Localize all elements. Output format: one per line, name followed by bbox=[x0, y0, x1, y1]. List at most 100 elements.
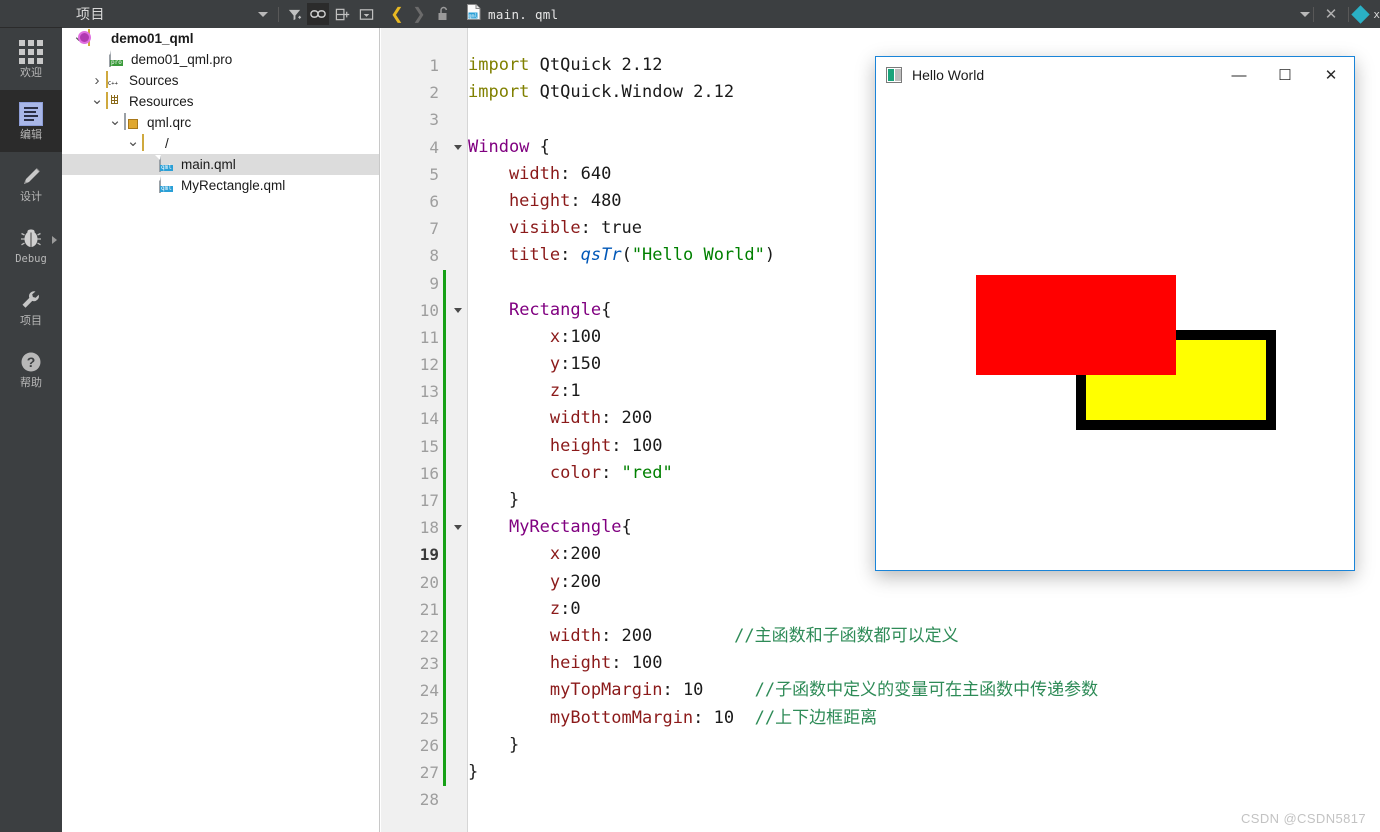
line-number: 2 bbox=[429, 83, 439, 103]
line-number: 13 bbox=[419, 382, 439, 402]
chevron-down-icon[interactable] bbox=[88, 91, 106, 112]
toolbar-divider-2 bbox=[1312, 6, 1314, 22]
tree-label: / bbox=[165, 135, 169, 151]
tree-label: demo01_qml bbox=[111, 30, 194, 46]
svg-text:qml: qml bbox=[468, 13, 477, 19]
code-text: } bbox=[468, 734, 520, 755]
tree-item-demo01-qml[interactable]: demo01_qml bbox=[62, 28, 379, 49]
chevron-down-icon[interactable] bbox=[124, 133, 142, 154]
code-text: z:1 bbox=[468, 381, 581, 402]
code-line[interactable]: 28 bbox=[381, 786, 1380, 813]
tree-item-qml-qrc[interactable]: qml.qrc bbox=[62, 112, 379, 133]
arrow-back-icon[interactable]: ❮ bbox=[386, 3, 408, 25]
tree-label: qml.qrc bbox=[147, 114, 192, 130]
editor-toolbar: ❮ ❯ qml main. qml ✕ x bbox=[380, 0, 1380, 28]
line-number: 8 bbox=[429, 246, 439, 266]
split-view-icon[interactable] bbox=[331, 3, 353, 25]
code-line[interactable]: 23 height: 100 bbox=[381, 650, 1380, 678]
code-line[interactable]: 24 myTopMargin: 10 //子函数中定义的变量可在主函数中传递参数 bbox=[381, 677, 1380, 705]
sidebar-item-welcome[interactable]: 欢迎 bbox=[0, 28, 62, 90]
code-text: myTopMargin: 10 //子函数中定义的变量可在主函数中传递参数 bbox=[468, 680, 1099, 701]
fold-toggle-icon[interactable] bbox=[451, 297, 465, 324]
code-text: myBottomMargin: 10 //上下边框距离 bbox=[468, 707, 878, 728]
line-number: 26 bbox=[419, 735, 439, 755]
code-text: z:0 bbox=[468, 598, 581, 619]
project-tree-panel: demo01_qml pro demo01_qml.pro Sources Re… bbox=[62, 28, 380, 832]
line-number: 7 bbox=[429, 219, 439, 239]
line-number: 28 bbox=[419, 790, 439, 810]
toolbar-divider-3 bbox=[1348, 6, 1350, 22]
code-text: MyRectangle{ bbox=[508, 517, 632, 538]
change-bar bbox=[443, 351, 446, 379]
sidebar-label-debug: Debug bbox=[15, 253, 47, 266]
change-bar bbox=[443, 541, 446, 569]
svg-text:?: ? bbox=[27, 354, 36, 370]
close-file-icon[interactable]: ✕ bbox=[1317, 5, 1346, 23]
diamond-bookmark-icon[interactable] bbox=[1351, 4, 1371, 24]
open-file-chip[interactable]: qml main. qml bbox=[462, 1, 562, 27]
code-line[interactable]: 21 z:0 bbox=[381, 595, 1380, 623]
sidebar-item-debug[interactable]: Debug bbox=[0, 214, 62, 276]
link-icon[interactable] bbox=[307, 3, 329, 25]
change-bar bbox=[443, 269, 446, 297]
minimize-button[interactable]: — bbox=[1216, 57, 1262, 93]
red-rectangle bbox=[976, 275, 1176, 375]
close-button[interactable]: ✕ bbox=[1308, 57, 1354, 93]
qt-creator-window: 项目 ❮ ❯ qml main. qml ✕ x 欢迎 编辑 设计 Debug … bbox=[0, 0, 1380, 832]
sidebar-item-help[interactable]: ? 帮助 bbox=[0, 338, 62, 400]
arrow-forward-icon[interactable]: ❯ bbox=[408, 3, 430, 25]
code-line[interactable]: 25 myBottomMargin: 10 //上下边框距离 bbox=[381, 704, 1380, 732]
collapse-icon[interactable] bbox=[355, 3, 377, 25]
tree-item-demo01-qml-pro[interactable]: pro demo01_qml.pro bbox=[62, 49, 379, 70]
app-window-canvas bbox=[876, 93, 1354, 570]
unlocked-padlock-icon[interactable] bbox=[432, 3, 456, 25]
fold-toggle-icon[interactable] bbox=[451, 514, 465, 541]
tree-item-sources[interactable]: Sources bbox=[62, 70, 379, 91]
sidebar-item-design[interactable]: 设计 bbox=[0, 152, 62, 214]
tree-item-resources[interactable]: Resources bbox=[62, 91, 379, 112]
change-bar bbox=[443, 622, 446, 651]
toolbar-divider bbox=[278, 6, 279, 22]
sidebar-label-edit: 编辑 bbox=[20, 129, 42, 141]
chevron-down-icon[interactable] bbox=[252, 3, 274, 25]
file-dropdown[interactable] bbox=[1299, 11, 1310, 17]
change-bar bbox=[443, 487, 446, 515]
maximize-button[interactable]: ☐ bbox=[1262, 57, 1308, 93]
sidebar-item-projects[interactable]: 项目 bbox=[0, 276, 62, 338]
tree-item-myrectangle-qml[interactable]: qml MyRectangle.qml bbox=[62, 175, 379, 196]
code-text: height: 480 bbox=[468, 190, 622, 211]
line-number: 25 bbox=[419, 708, 439, 728]
line-number: 12 bbox=[419, 355, 439, 375]
chevron-down-icon[interactable] bbox=[106, 112, 124, 133]
fold-toggle-icon[interactable] bbox=[451, 134, 465, 161]
code-line[interactable]: 27} bbox=[381, 758, 1380, 787]
code-line[interactable]: 20 y:200 bbox=[381, 568, 1380, 596]
toolbar-left-spacer bbox=[0, 0, 62, 28]
wrench-icon bbox=[18, 287, 44, 313]
project-gear-icon bbox=[88, 29, 105, 47]
code-text: } bbox=[468, 490, 520, 510]
chevron-right-icon[interactable] bbox=[52, 236, 57, 244]
change-bar bbox=[443, 704, 446, 732]
code-text: x:200 bbox=[468, 544, 602, 565]
code-line[interactable]: 22 width: 200 //主函数和子函数都可以定义 bbox=[381, 622, 1380, 651]
code-line[interactable]: 26 } bbox=[381, 731, 1380, 759]
change-bar bbox=[443, 459, 446, 487]
tree-item-root-folder[interactable]: / bbox=[62, 133, 379, 154]
filter-icon[interactable] bbox=[283, 3, 305, 25]
code-text: width: 200 //主函数和子函数都可以定义 bbox=[468, 625, 959, 646]
sidebar-label-welcome: 欢迎 bbox=[20, 67, 42, 79]
cpp-folder-icon bbox=[106, 71, 123, 89]
line-number: 5 bbox=[429, 164, 439, 184]
change-bar bbox=[443, 405, 446, 433]
code-text: } bbox=[468, 761, 479, 782]
code-text: y:150 bbox=[468, 354, 602, 375]
grid-icon bbox=[18, 39, 44, 65]
hello-world-app-window[interactable]: Hello World — ☐ ✕ bbox=[875, 56, 1355, 571]
sidebar-item-edit[interactable]: 编辑 bbox=[0, 90, 62, 152]
chevron-right-icon[interactable] bbox=[88, 70, 106, 91]
qml-file-icon: qml bbox=[466, 3, 482, 26]
code-text: width: 640 bbox=[468, 163, 612, 184]
tree-item-main-qml[interactable]: qml main.qml bbox=[62, 154, 379, 175]
open-file-name: main. qml bbox=[488, 6, 559, 22]
